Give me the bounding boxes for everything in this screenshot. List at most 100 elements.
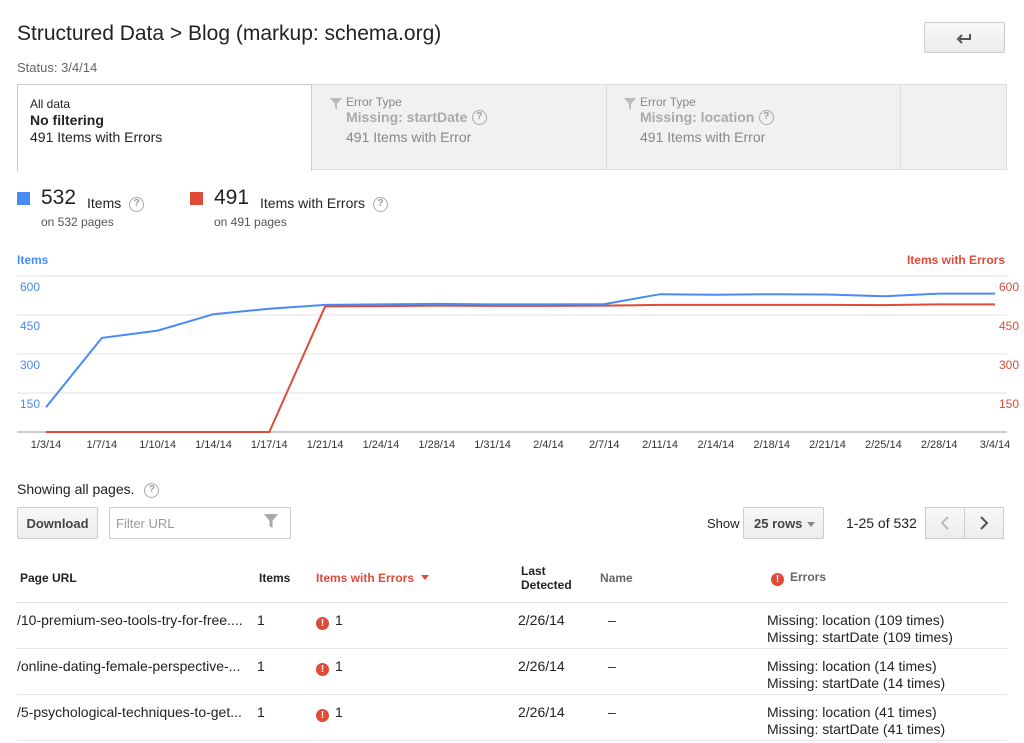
x-tick-label: 2/18/14 [753,439,791,451]
tab-label-bold: No filtering [30,112,104,128]
tab-count: 491 Items with Errors [30,129,163,145]
items-count: 532 [41,186,77,209]
sort-desc-icon [421,575,430,580]
table-row[interactable]: /10-premium-seo-tools-try-for-free.... 1… [17,603,1007,649]
filter-funnel-icon[interactable] [263,513,279,529]
y-tick-right: 150 [998,397,1019,411]
x-tick-label: 2/28/14 [920,439,958,451]
y-tick-left: 150 [20,397,41,411]
pager-range: 1-25 of 532 [846,515,917,531]
errors-legend-swatch [190,192,203,205]
row-errors-list: Missing: location (14 times) Missing: sta… [767,658,946,691]
row-items: 1 [257,658,265,674]
errors-count: 491 [214,186,250,209]
help-icon[interactable]: ? [758,110,774,126]
x-tick-label: 1/10/14 [139,439,176,451]
row-url[interactable]: /online-dating-female-perspective-... [17,658,240,674]
row-errors-count: ! 1 [316,658,343,676]
filter-funnel-icon [330,98,342,110]
col-items[interactable]: Items [259,571,290,585]
col-errors[interactable]: ! Errors [771,570,826,586]
help-icon[interactable]: ? [129,196,145,212]
row-errors-count: ! 1 [316,612,343,630]
items-label: Items ? [87,195,145,212]
chevron-left-icon [940,516,949,530]
series-line-items [45,292,995,408]
tab-label-small: Error Type [346,95,402,109]
row-errors-list: Missing: location (41 times) Missing: sta… [767,704,946,737]
table-row[interactable]: /online-dating-female-perspective-... 1 … [17,649,1007,695]
row-items: 1 [257,704,265,720]
x-tick-label: 1/14/14 [195,439,232,451]
prev-page-button[interactable] [925,507,965,539]
help-icon[interactable]: ? [372,196,388,212]
row-url[interactable]: /5-psychological-techniques-to-get... [17,704,242,720]
tab-count: 491 Items with Error [346,129,472,145]
x-tick-label: 2/25/14 [864,439,902,451]
next-page-button[interactable] [964,507,1004,539]
row-name: – [608,658,616,674]
table-row[interactable]: /5-psychological-techniques-to-get... 1 … [17,695,1007,741]
col-name[interactable]: Name [600,571,633,585]
col-items-with-errors[interactable]: Items with Errors [316,571,430,585]
chevron-right-icon [980,516,989,530]
series-line-items-with-errors [46,303,995,433]
back-button[interactable] [924,22,1005,53]
errors-label: Items with Errors ? [260,195,388,212]
row-errors-list: Missing: location (109 times) Missing: st… [767,612,953,645]
col-last-detected[interactable]: Last Detected [521,564,572,592]
x-tick-label: 1/7/14 [86,439,118,451]
tab-missing-startdate[interactable]: Error Type Missing: startDate ? 491 Item… [312,84,607,170]
x-tick-label: 3/4/14 [979,439,1011,451]
help-icon[interactable]: ? [144,482,160,498]
x-tick-label: 1/3/14 [30,439,62,451]
items-pages: on 532 pages [41,215,114,229]
tab-all-data[interactable]: All data No filtering 491 Items with Err… [17,84,312,171]
error-icon: ! [316,617,329,630]
tab-label-small: All data [30,97,71,111]
chart-left-axis-title: Items [17,253,49,267]
x-tick-label: 2/11/14 [642,439,678,451]
filter-funnel-icon [624,98,636,110]
tab-missing-location[interactable]: Error Type Missing: location ? 491 Items… [606,84,901,170]
rows-per-page-value: 25 rows [754,516,803,531]
error-icon: ! [316,663,329,676]
y-tick-left: 600 [20,280,41,294]
row-last-detected: 2/26/14 [518,658,565,674]
y-tick-left: 450 [20,319,41,333]
y-tick-right: 600 [998,280,1019,294]
x-tick-label: 2/14/14 [697,439,735,451]
row-last-detected: 2/26/14 [518,612,565,628]
y-tick-right: 300 [998,358,1019,372]
items-legend-swatch [17,192,30,205]
line-chart[interactable] [0,0,1024,460]
errors-pages: on 491 pages [214,215,287,229]
tab-label-bold: Missing: location [640,109,755,125]
back-arrow-icon [956,33,971,44]
x-tick-label: 2/21/14 [809,439,846,451]
x-tick-label: 1/31/14 [474,439,511,451]
help-icon[interactable]: ? [471,110,487,126]
x-tick-label: 2/4/14 [533,439,564,451]
tab-label-small: Error Type [640,95,696,109]
error-icon: ! [771,573,784,586]
col-page-url[interactable]: Page URL [20,571,77,585]
status-date: Status: 3/4/14 [17,60,98,75]
x-tick-label: 1/28/14 [418,439,456,451]
download-button[interactable]: Download [17,507,98,539]
tab-label-bold: Missing: startDate [346,109,468,125]
row-name: – [608,612,616,628]
filter-tabs: All data No filtering 491 Items with Err… [17,84,1007,171]
row-last-detected: 2/26/14 [518,704,565,720]
y-tick-left: 300 [20,358,41,372]
showing-label: Showing all pages. ? [17,481,160,498]
error-icon: ! [316,709,329,722]
row-items: 1 [257,612,265,628]
x-tick-label: 2/7/14 [588,439,620,451]
show-label: Show [707,516,740,531]
row-name: – [608,704,616,720]
x-tick-label: 1/17/14 [250,439,288,451]
row-url[interactable]: /10-premium-seo-tools-try-for-free.... [17,612,243,628]
x-tick-label: 1/21/14 [306,439,344,451]
rows-per-page-select[interactable]: 25 rows [743,507,824,539]
